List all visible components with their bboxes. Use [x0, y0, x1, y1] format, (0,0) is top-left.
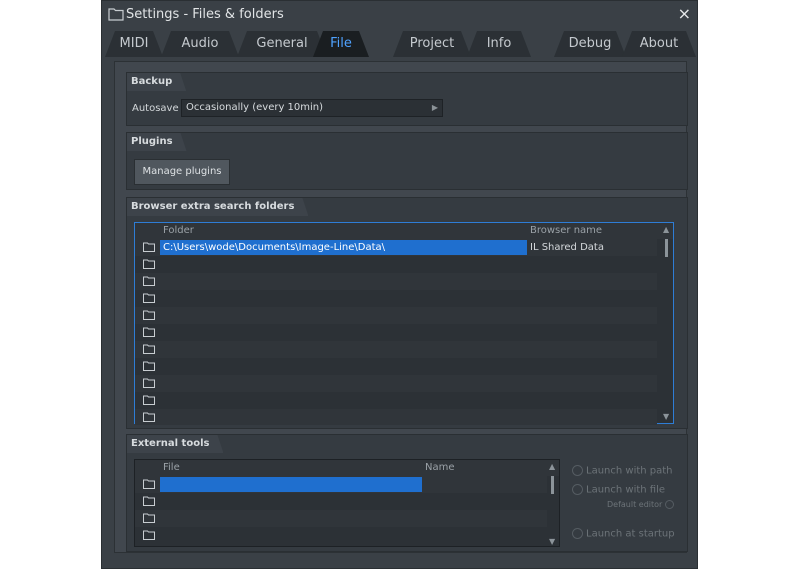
- folder-path-cell[interactable]: C:\Users\wode\Documents\Image-Line\Data\: [160, 240, 527, 255]
- folder-icon: [143, 395, 155, 405]
- launch-with-file-label: Launch with file: [586, 484, 666, 496]
- tab-midi[interactable]: MIDI: [105, 31, 163, 57]
- external-tools-group: External tools File Name ▲ ▼ Launch with…: [126, 434, 688, 552]
- table-row[interactable]: C:\Users\wode\Documents\Image-Line\Data\…: [135, 239, 657, 256]
- file-cell[interactable]: [160, 477, 422, 492]
- table-row[interactable]: [135, 476, 547, 493]
- table-row[interactable]: [135, 510, 547, 527]
- tab-about[interactable]: About: [622, 31, 696, 57]
- tab-file[interactable]: File: [313, 31, 369, 57]
- scroll-down-icon[interactable]: ▼: [549, 537, 555, 546]
- launch-at-startup-option[interactable]: Launch at startup: [572, 528, 675, 540]
- title-bar: Settings - Files & folders ×: [102, 1, 697, 29]
- plugins-group: Plugins Manage plugins: [126, 132, 688, 190]
- table-row[interactable]: [135, 409, 657, 425]
- launch-with-path-option[interactable]: Launch with path: [572, 465, 673, 477]
- radio-icon: [572, 465, 583, 476]
- manage-plugins-button[interactable]: Manage plugins: [134, 159, 230, 185]
- folder-icon: [143, 378, 155, 388]
- browser-name-column-header: Browser name: [530, 225, 603, 236]
- table-row[interactable]: [135, 273, 657, 290]
- folder-icon: [143, 530, 155, 540]
- tab-audio[interactable]: Audio: [161, 31, 239, 57]
- autosave-label: Autosave: [132, 103, 179, 114]
- folder-icon: [143, 513, 155, 523]
- folder-icon: [143, 242, 155, 252]
- autosave-value: Occasionally (every 10min): [186, 102, 324, 113]
- scroll-thumb[interactable]: [665, 239, 668, 257]
- default-editor-label: Default editor: [607, 500, 663, 509]
- tab-project[interactable]: Project: [393, 31, 471, 57]
- table-row[interactable]: [135, 493, 547, 510]
- scroll-thumb[interactable]: [551, 476, 554, 494]
- browser-folders-group: Browser extra search folders Folder Brow…: [126, 197, 688, 429]
- scroll-up-icon[interactable]: ▲: [549, 462, 555, 471]
- folder-icon: [143, 496, 155, 506]
- folder-icon: [143, 276, 155, 286]
- tab-info[interactable]: Info: [467, 31, 531, 57]
- table-header: Folder Browser name: [135, 223, 673, 239]
- file-column-header: File: [163, 462, 180, 473]
- scroll-up-icon[interactable]: ▲: [663, 225, 669, 234]
- table-row[interactable]: [135, 392, 657, 409]
- table-row[interactable]: [135, 307, 657, 324]
- vertical-scrollbar[interactable]: ▲ ▼: [549, 462, 557, 546]
- window-title: Settings - Files & folders: [126, 7, 284, 22]
- folder-column-header: Folder: [163, 225, 194, 236]
- settings-content: Backup Autosave Occasionally (every 10mi…: [114, 61, 688, 553]
- vertical-scrollbar[interactable]: ▲ ▼: [663, 225, 671, 421]
- table-row[interactable]: [135, 358, 657, 375]
- launch-with-file-option[interactable]: Launch with file: [572, 484, 665, 496]
- autosave-dropdown[interactable]: Occasionally (every 10min) ▶: [181, 99, 443, 117]
- folder-icon: [143, 259, 155, 269]
- radio-icon: [572, 528, 583, 539]
- external-tools-label: External tools: [127, 435, 223, 453]
- table-row[interactable]: [135, 341, 657, 358]
- tab-bar: MIDI Audio General File Project Info Deb…: [102, 29, 697, 59]
- launch-with-path-label: Launch with path: [586, 465, 673, 477]
- folder-icon: [108, 8, 124, 21]
- tab-debug[interactable]: Debug: [554, 31, 626, 57]
- close-button[interactable]: ×: [678, 5, 691, 23]
- scroll-down-icon[interactable]: ▼: [663, 412, 669, 421]
- table-row[interactable]: [135, 324, 657, 341]
- folder-icon: [143, 412, 155, 422]
- default-editor-option[interactable]: Default editor: [607, 500, 677, 509]
- folder-icon: [143, 293, 155, 303]
- folder-icon: [143, 361, 155, 371]
- external-tools-table[interactable]: File Name ▲ ▼: [134, 459, 560, 547]
- browser-folders-label: Browser extra search folders: [127, 198, 308, 216]
- tab-general[interactable]: General: [237, 31, 327, 57]
- folder-icon: [143, 310, 155, 320]
- table-row[interactable]: [135, 375, 657, 392]
- launch-at-startup-label: Launch at startup: [586, 528, 675, 540]
- table-header: File Name: [135, 460, 559, 476]
- folder-icon: [143, 327, 155, 337]
- radio-icon: [572, 484, 583, 495]
- browser-folders-table[interactable]: Folder Browser name C:\Users\wode\Docume…: [134, 222, 674, 425]
- table-body: [135, 476, 547, 546]
- browser-name-cell[interactable]: IL Shared Data: [530, 240, 604, 255]
- name-column-header: Name: [425, 462, 455, 473]
- table-row[interactable]: [135, 290, 657, 307]
- backup-group: Backup Autosave Occasionally (every 10mi…: [126, 72, 688, 126]
- plugins-label: Plugins: [127, 133, 187, 151]
- radio-icon: [664, 500, 674, 509]
- table-body: C:\Users\wode\Documents\Image-Line\Data\…: [135, 239, 657, 425]
- settings-window: Settings - Files & folders × MIDI Audio …: [101, 0, 698, 569]
- table-row[interactable]: [135, 527, 547, 544]
- folder-icon: [143, 344, 155, 354]
- backup-label: Backup: [127, 73, 186, 91]
- table-row[interactable]: [135, 256, 657, 273]
- dropdown-arrow-icon: ▶: [431, 103, 438, 112]
- folder-icon: [143, 479, 155, 489]
